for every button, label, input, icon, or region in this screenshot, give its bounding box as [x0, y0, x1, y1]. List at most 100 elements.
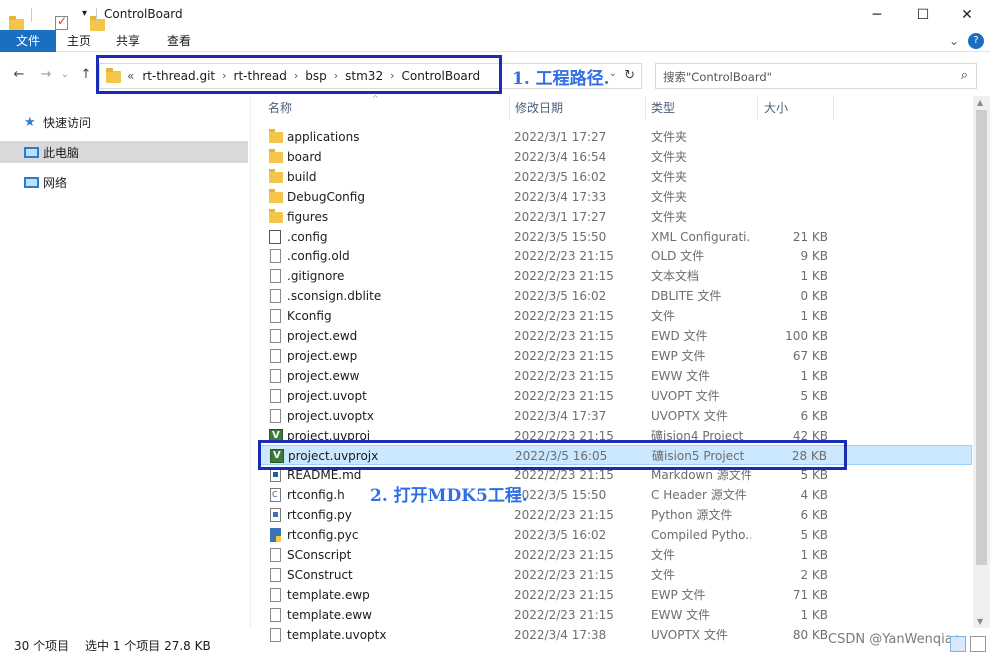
up-button[interactable]: ↑	[76, 64, 96, 86]
file-icon	[270, 329, 281, 343]
help-icon[interactable]: ?	[968, 33, 984, 49]
file-type: 文件夹	[651, 130, 688, 144]
file-size: 1 KB	[800, 547, 828, 562]
file-size: 1 KB	[800, 368, 828, 383]
table-row[interactable]: applications 2022/3/1 17:27 文件夹	[260, 127, 972, 147]
file-size: 4 KB	[800, 488, 828, 503]
file-date: 2022/3/5 16:02	[514, 528, 607, 542]
file-name: rtconfig.py	[287, 508, 352, 523]
column-header-type[interactable]: 类型	[651, 96, 675, 120]
column-divider[interactable]	[833, 96, 834, 120]
file-icon	[269, 229, 281, 244]
close-button[interactable]: ✕	[944, 0, 990, 30]
file-date: 2022/3/5 16:02	[514, 289, 607, 304]
search-box[interactable]: 搜索"ControlBoard" ⌕	[655, 63, 977, 89]
scrollbar-thumb[interactable]	[976, 110, 987, 565]
table-row[interactable]: project.ewp 2022/2/23 21:15 EWP 文件 67 KB	[260, 346, 972, 366]
file-name: SConstruct	[287, 567, 353, 582]
table-row[interactable]: board 2022/3/4 16:54 文件夹	[260, 147, 972, 167]
file-name: template.eww	[287, 607, 372, 622]
properties-icon[interactable]	[55, 14, 68, 30]
file-date: 2022/2/23 21:15	[514, 329, 614, 343]
file-size: 1 KB	[800, 607, 828, 622]
annotation-step1: 1. 工程路径.	[512, 69, 610, 89]
table-row[interactable]: project.eww 2022/2/23 21:15 EWW 文件 1 KB	[260, 366, 972, 386]
file-name: build	[287, 169, 317, 184]
file-type: EWP 文件	[651, 348, 706, 363]
column-header-size[interactable]: 大小	[764, 96, 788, 120]
navigation-pane: ★ 快速访问 此电脑 网络	[0, 96, 250, 628]
tab-share[interactable]: 共享	[111, 30, 145, 52]
scroll-up-icon[interactable]: ▲	[977, 98, 983, 107]
table-row[interactable]: rtconfig.py 2022/2/23 21:15 Python 源文件 6 KB	[260, 505, 972, 525]
ribbon-collapse-icon[interactable]: ⌄	[946, 30, 962, 52]
table-row[interactable]: template.eww 2022/2/23 21:15 EWW 文件 1 KB	[260, 605, 972, 625]
vertical-scrollbar[interactable]: ▲ ▼	[973, 96, 990, 628]
forward-button[interactable]: →	[36, 64, 56, 86]
scroll-down-icon[interactable]: ▼	[977, 617, 983, 626]
large-icons-view-icon[interactable]	[970, 636, 986, 652]
file-date: 2022/3/5 15:50	[514, 229, 607, 244]
file-type: 文件夹	[651, 169, 688, 184]
table-row[interactable]: .config.old 2022/2/23 21:15 OLD 文件 9 KB	[260, 246, 972, 266]
column-divider[interactable]	[645, 96, 646, 120]
column-divider[interactable]	[757, 96, 758, 120]
file-size: 6 KB	[800, 408, 828, 423]
column-divider[interactable]	[509, 96, 510, 120]
file-icon	[270, 567, 281, 582]
nav-item-label: 快速访问	[43, 115, 92, 130]
table-row[interactable]: .config 2022/3/5 15:50 XML Configurati... 2…	[260, 227, 972, 247]
title-bar: ▾ ControlBoard ─ ☐ ✕	[0, 0, 990, 31]
file-type: 文件	[651, 309, 676, 324]
table-row[interactable]: Kconfig 2022/2/23 21:15 文件 1 KB	[260, 306, 972, 326]
file-name: rtconfig.pyc	[287, 528, 359, 542]
quick-access-dropdown-icon[interactable]: ▾	[82, 8, 87, 24]
file-type: Python 源文件	[651, 508, 733, 523]
tab-home[interactable]: 主页	[62, 30, 96, 52]
back-button[interactable]: ←	[9, 64, 29, 86]
file-date: 2022/2/23 21:15	[514, 607, 614, 622]
file-date: 2022/2/23 21:15	[514, 587, 614, 602]
table-row[interactable]: template.ewp 2022/2/23 21:15 EWP 文件 71 KB	[260, 585, 972, 605]
table-row[interactable]: DebugConfig 2022/3/4 17:33 文件夹	[260, 187, 972, 207]
table-row[interactable]: rtconfig.pyc 2022/3/5 16:02 Compiled Pytho…	[260, 525, 972, 545]
star-icon: ★	[24, 114, 36, 130]
table-row[interactable]: SConstruct 2022/2/23 21:15 文件 2 KB	[260, 565, 972, 585]
table-row[interactable]: SConscript 2022/2/23 21:15 文件 1 KB	[260, 545, 972, 565]
table-row[interactable]: project.ewd 2022/2/23 21:15 EWD 文件 100 KB	[260, 326, 972, 346]
nav-item-quick-access[interactable]: ★ 快速访问	[0, 111, 248, 133]
folder-icon	[269, 148, 283, 163]
folder-icon	[269, 188, 283, 203]
minimize-button[interactable]: ─	[854, 0, 900, 30]
table-row[interactable]: build 2022/3/5 16:02 文件夹	[260, 167, 972, 187]
tab-file[interactable]: 文件	[0, 30, 56, 52]
nav-item-network[interactable]: 网络	[0, 171, 248, 193]
recent-locations-icon[interactable]: ⌄	[55, 64, 75, 86]
details-view-icon[interactable]	[950, 636, 966, 652]
file-date: 2022/2/23 21:15	[514, 348, 614, 363]
file-name: Kconfig	[287, 309, 332, 324]
table-row[interactable]: .gitignore 2022/2/23 21:15 文本文档 1 KB	[260, 266, 972, 286]
maximize-button[interactable]: ☐	[900, 0, 946, 30]
file-type: EWP 文件	[651, 587, 706, 602]
table-row[interactable]: project.uvoptx 2022/3/4 17:37 UVOPTX 文件 6 K…	[260, 406, 972, 426]
search-input[interactable]: 搜索"ControlBoard"	[663, 69, 772, 85]
file-date: 2022/3/1 17:27	[514, 130, 607, 144]
column-header-name[interactable]: 名称	[268, 96, 292, 120]
file-icon	[270, 388, 281, 403]
file-date: 2022/3/4 17:37	[514, 408, 607, 423]
table-row[interactable]: rtconfig.h2022/3/5 15:50C Header 源文件4 KB	[260, 485, 972, 505]
file-type: DBLITE 文件	[651, 289, 722, 304]
table-row[interactable]: .sconsign.dblite 2022/3/5 16:02 DBLITE 文件 0…	[260, 286, 972, 306]
table-row[interactable]: figures 2022/3/1 17:27 文件夹	[260, 207, 972, 227]
table-row[interactable]: project.uvopt 2022/2/23 21:15 UVOPT 文件 5 KB	[260, 386, 972, 406]
file-name: SConscript	[287, 547, 352, 562]
search-icon[interactable]: ⌕	[961, 68, 968, 83]
file-name: project.uvoptx	[287, 408, 374, 423]
column-header-modified[interactable]: 修改日期	[515, 96, 563, 120]
nav-item-this-pc[interactable]: 此电脑	[0, 141, 248, 163]
tab-view[interactable]: 查看	[162, 30, 196, 52]
refresh-icon[interactable]: ↻	[624, 68, 635, 83]
file-size: 2 KB	[800, 567, 828, 582]
file-date: 2022/2/23 21:15	[514, 567, 614, 582]
